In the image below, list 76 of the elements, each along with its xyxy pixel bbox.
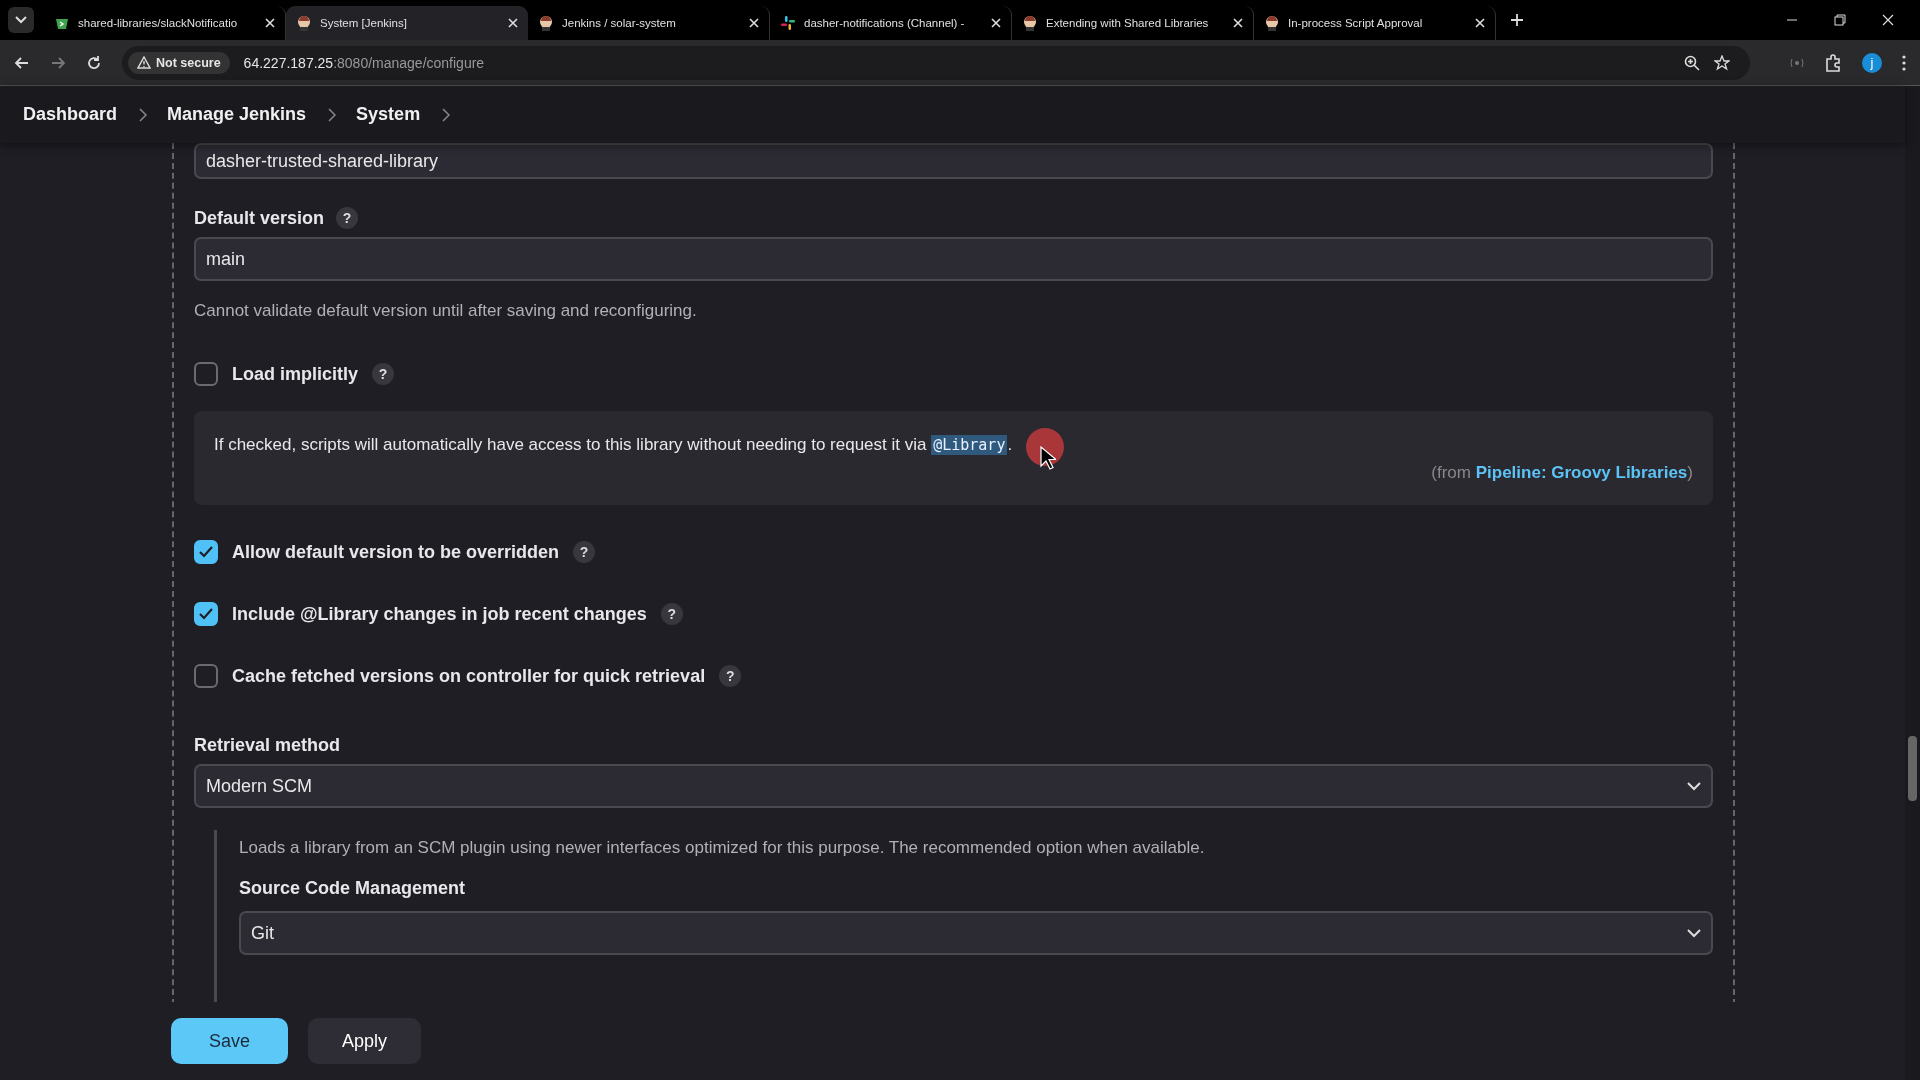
- field-label: Source Code Management: [239, 878, 466, 899]
- version-field[interactable]: main: [194, 237, 1713, 281]
- chevron-right-icon: [328, 107, 337, 122]
- plugin-link[interactable]: Pipeline: Groovy Libraries: [1475, 463, 1688, 482]
- breadcrumb-link[interactable]: Dashboard: [23, 104, 118, 125]
- butler-icon: [1264, 15, 1280, 31]
- field-label: Retrieval method: [194, 735, 341, 756]
- close-icon[interactable]: [991, 18, 1001, 28]
- validation-hint: Cannot validate default version until after saving and reconfiguring.: [194, 301, 698, 321]
- reload-icon[interactable]: [86, 54, 102, 71]
- checkbox-label[interactable]: Include @Library changes in job recent changes: [232, 603, 647, 625]
- security-chip[interactable]: Not secure: [128, 51, 230, 74]
- puzzle-icon[interactable]: [1824, 53, 1842, 72]
- chevron-down-icon: [1687, 781, 1701, 791]
- help-button[interactable]: ?: [336, 207, 359, 229]
- checkbox-label[interactable]: Allow default version to be overridden: [232, 541, 560, 563]
- close-icon[interactable]: [265, 18, 275, 28]
- apply-button[interactable]: Apply: [308, 1018, 422, 1064]
- field-label: Default version: [194, 207, 325, 229]
- scm-select[interactable]: Git: [239, 911, 1713, 955]
- source-note: (from: [1431, 463, 1471, 482]
- tab-title: dasher-notifications (Channel) -: [804, 17, 966, 29]
- cursor-icon: [1040, 446, 1056, 470]
- media-icon[interactable]: [1790, 57, 1804, 68]
- checkbox[interactable]: [194, 602, 218, 626]
- checkmark-icon: [199, 608, 213, 620]
- checkbox[interactable]: [194, 664, 218, 688]
- save-button[interactable]: Save: [171, 1018, 289, 1064]
- hash-grid-icon: [780, 15, 796, 31]
- help-button[interactable]: ?: [372, 363, 395, 385]
- back-icon[interactable]: [14, 54, 30, 71]
- chevron-right-icon: [139, 107, 148, 122]
- scrollbar[interactable]: [1905, 86, 1920, 1080]
- close-icon[interactable]: [749, 18, 759, 28]
- restore-icon[interactable]: [1834, 14, 1846, 26]
- help-text: If checked, scripts will automatically have access to this library without needing to request it via @Library.: [214, 435, 1014, 455]
- close-icon[interactable]: [1233, 18, 1243, 28]
- help-button[interactable]: ?: [573, 541, 596, 563]
- checkmark-icon: [199, 546, 213, 558]
- tab-title: System [Jenkins]: [320, 17, 408, 29]
- breadcrumb-link[interactable]: Manage Jenkins: [167, 104, 307, 125]
- close-icon[interactable]: [1882, 14, 1894, 26]
- name-field[interactable]: dasher-trusted-shared-library: [194, 143, 1713, 179]
- checkbox[interactable]: [194, 540, 218, 564]
- address-bar[interactable]: Not secure 64.227.187.25:8080/manage/configure: [122, 45, 1750, 80]
- chevron-right-icon: [442, 107, 451, 122]
- chevron-down-icon: [1687, 928, 1701, 938]
- tab-title: shared-libraries/slackNotificatio: [78, 17, 239, 29]
- butler-icon: [296, 15, 312, 31]
- tab-title: Extending with Shared Libraries: [1046, 17, 1210, 29]
- browser-tab[interactable]: System [Jenkins]: [286, 6, 528, 40]
- checkbox[interactable]: [194, 362, 218, 386]
- help-button[interactable]: ?: [660, 603, 683, 625]
- close-icon[interactable]: [508, 18, 518, 28]
- new-tab-icon[interactable]: [1510, 13, 1524, 27]
- profile-avatar[interactable]: j: [1862, 52, 1882, 73]
- star-icon[interactable]: [1714, 54, 1730, 71]
- close-icon[interactable]: [1475, 18, 1485, 28]
- url-text: 64.227.187.25:8080/manage/configure: [243, 54, 485, 71]
- forward-icon[interactable]: [50, 54, 66, 71]
- source-note: ): [1687, 463, 1693, 482]
- butler-icon: [538, 15, 554, 31]
- warning-icon: [137, 56, 151, 69]
- chevron-down-icon: [15, 16, 27, 24]
- help-button[interactable]: ?: [719, 665, 742, 687]
- zoom-icon[interactable]: [1684, 54, 1700, 71]
- tab-search-button[interactable]: [8, 7, 34, 33]
- tab-title: Jenkins / solar-system: [562, 17, 677, 29]
- checkbox-label[interactable]: Cache fetched versions on controller for quick retrieval: [232, 665, 706, 687]
- breadcrumb-link[interactable]: System: [356, 104, 421, 125]
- butler-icon: [1022, 15, 1038, 31]
- method-description: Loads a library from an SCM plugin using newer interfaces optimized for this purpose. The recommended option when available.: [239, 837, 1206, 858]
- tab-title: In-process Script Approval: [1288, 17, 1424, 29]
- retrieval-method-select[interactable]: Modern SCM: [194, 764, 1713, 808]
- menu-icon[interactable]: [1902, 54, 1906, 71]
- checkbox-label[interactable]: Load implicitly: [232, 363, 359, 385]
